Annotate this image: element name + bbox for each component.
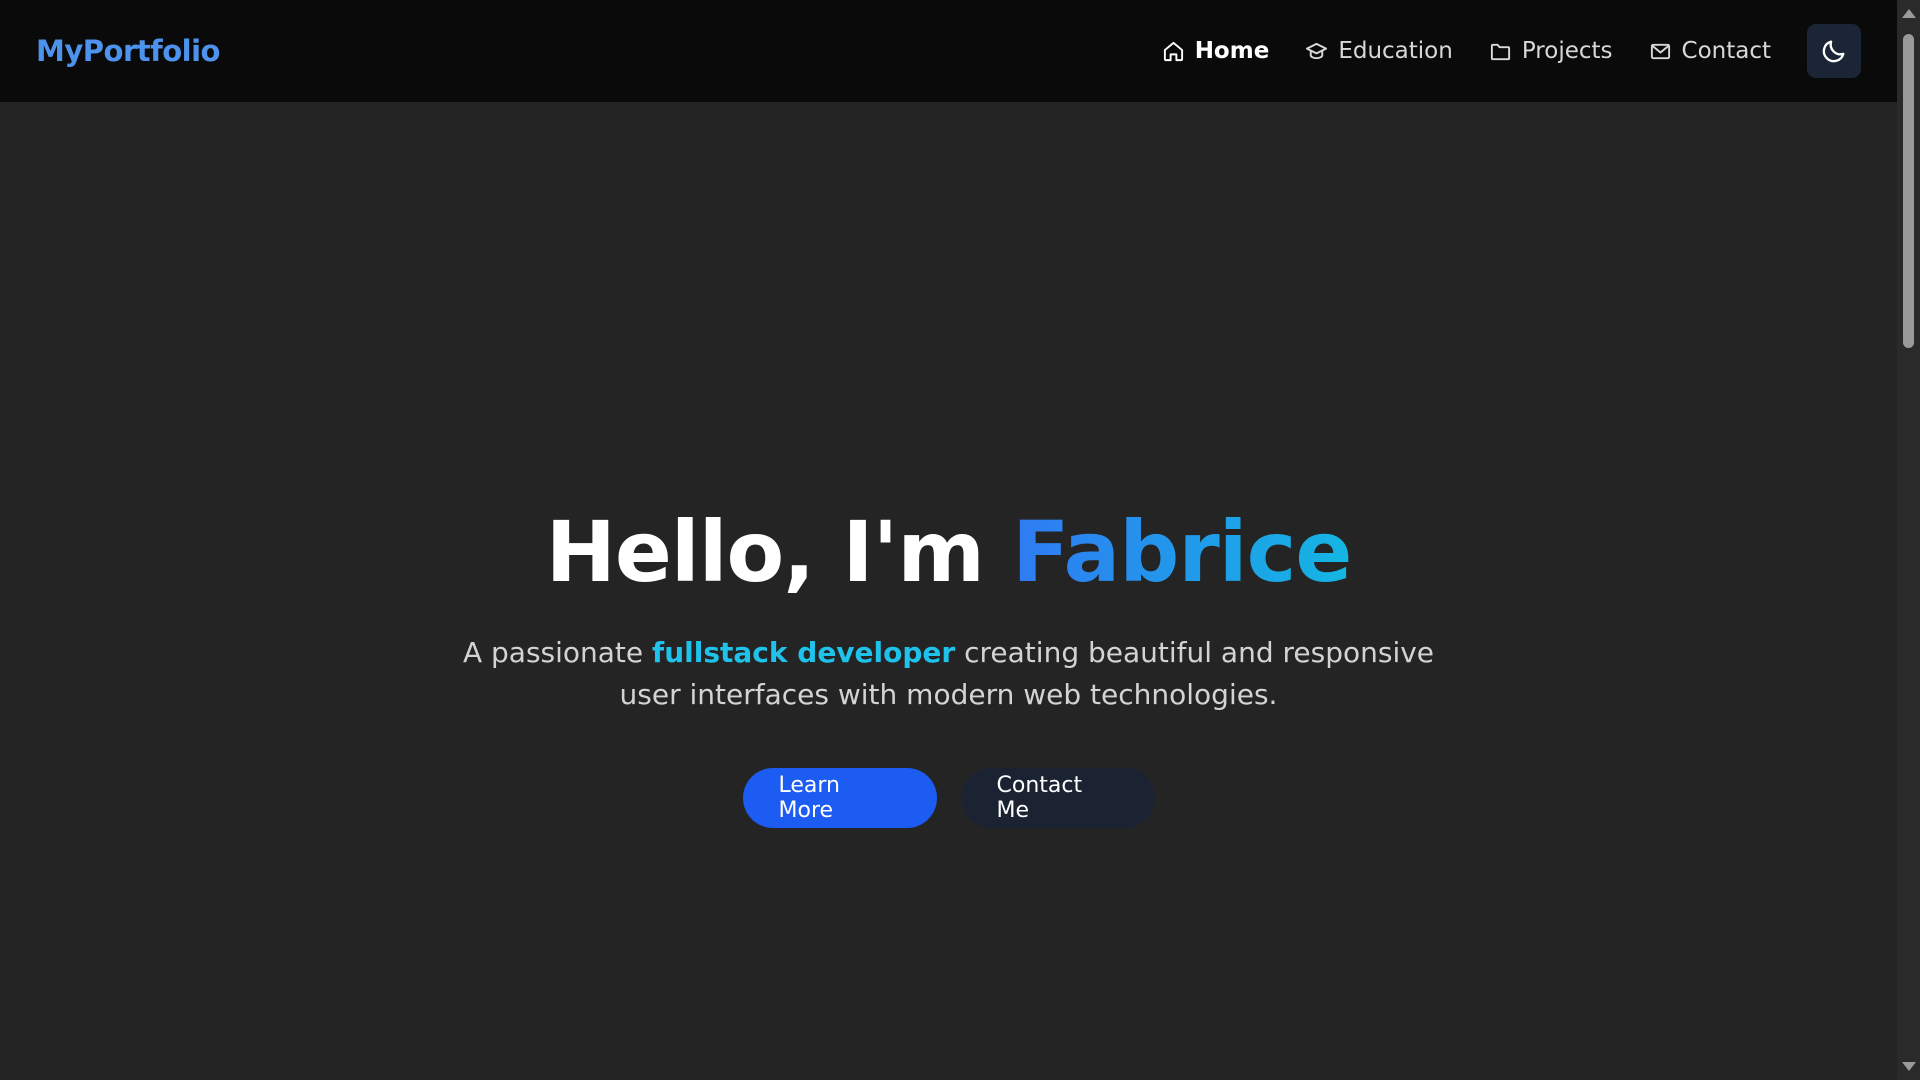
nav-item-projects-label: Projects: [1521, 38, 1613, 64]
vertical-scrollbar[interactable]: [1897, 0, 1920, 1080]
nav-item-contact[interactable]: Contact: [1649, 38, 1771, 64]
hero-subtitle: A passionate fullstack developer creatin…: [459, 632, 1439, 716]
scroll-down-arrow-icon[interactable]: [1902, 1062, 1916, 1071]
theme-toggle-button[interactable]: [1807, 24, 1861, 78]
hero-buttons: Learn More Contact Me: [742, 768, 1155, 828]
scroll-thumb[interactable]: [1903, 34, 1914, 348]
navbar: MyPortfolio Home Education Projects Cont…: [0, 0, 1897, 102]
nav-item-home-label: Home: [1194, 38, 1270, 64]
hero-title: Hello, I'm Fabrice: [545, 502, 1353, 602]
nav-item-home[interactable]: Home: [1162, 38, 1270, 64]
home-icon: [1163, 41, 1183, 61]
contact-me-button[interactable]: Contact Me: [960, 768, 1155, 828]
hero-subtitle-prefix: A passionate: [462, 636, 653, 669]
mail-icon: [1650, 43, 1670, 59]
page: MyPortfolio Home Education Projects Cont…: [0, 0, 1920, 1080]
hero-name: Fabrice: [1012, 503, 1352, 601]
hero-section: Hello, I'm Fabrice A passionate fullstac…: [0, 102, 1897, 1080]
nav-item-contact-label: Contact: [1681, 38, 1771, 64]
nav-item-education[interactable]: Education: [1305, 38, 1453, 64]
graduation-cap-icon: [1306, 42, 1328, 59]
moon-icon: [1822, 40, 1845, 63]
learn-more-button[interactable]: Learn More: [742, 768, 937, 828]
scroll-up-arrow-icon[interactable]: [1902, 9, 1916, 18]
nav-item-projects[interactable]: Projects: [1489, 38, 1613, 64]
hero-greeting: Hello, I'm: [545, 503, 1013, 601]
nav-item-education-label: Education: [1338, 38, 1453, 64]
brand-logo[interactable]: MyPortfolio: [36, 34, 220, 68]
hero-subtitle-highlight: fullstack developer: [652, 636, 956, 669]
folder-icon: [1490, 43, 1510, 60]
nav-menu: Home Education Projects Contact: [1126, 24, 1861, 78]
